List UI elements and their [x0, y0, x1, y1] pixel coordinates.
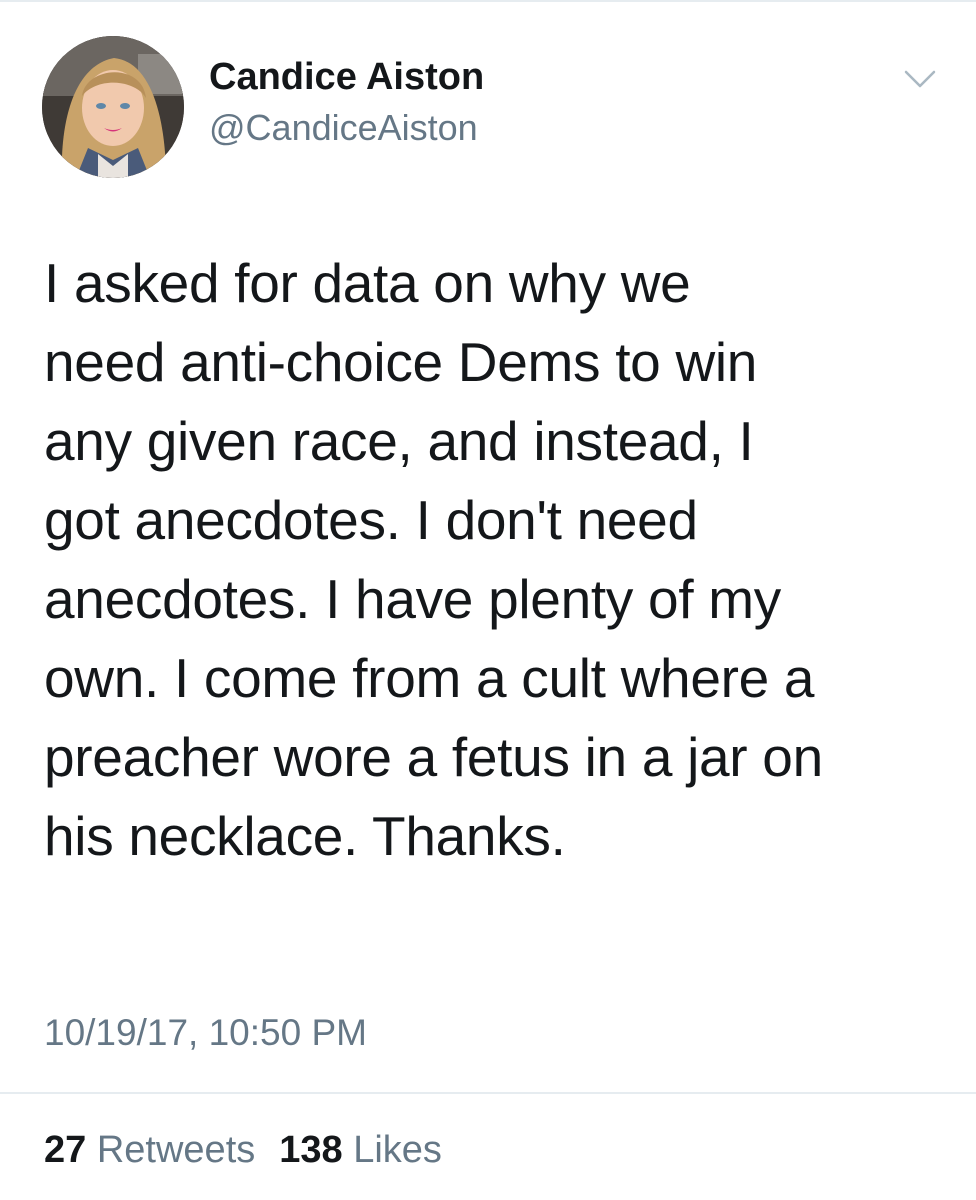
- top-divider: [0, 0, 976, 2]
- likes-stat[interactable]: 138 Likes: [279, 1129, 442, 1172]
- stats-divider: [0, 1092, 976, 1094]
- user-handle[interactable]: @CandiceAiston: [209, 107, 478, 149]
- profile-photo-icon: [42, 36, 184, 178]
- tweet-menu-button[interactable]: [898, 62, 942, 96]
- likes-count: 138: [279, 1129, 343, 1171]
- retweets-count: 27: [44, 1129, 87, 1171]
- display-name[interactable]: Candice Aiston: [209, 56, 484, 99]
- retweets-label: Retweets: [96, 1129, 256, 1171]
- chevron-down-icon: [904, 70, 936, 88]
- tweet-timestamp[interactable]: 10/19/17, 10:50 PM: [44, 1012, 367, 1054]
- avatar[interactable]: [42, 36, 184, 178]
- retweets-stat[interactable]: 27 Retweets: [44, 1129, 255, 1172]
- likes-label: Likes: [353, 1129, 442, 1171]
- tweet-stats: 27 Retweets 138 Likes: [44, 1129, 442, 1172]
- tweet-text: I asked for data on why we need anti-cho…: [44, 252, 823, 867]
